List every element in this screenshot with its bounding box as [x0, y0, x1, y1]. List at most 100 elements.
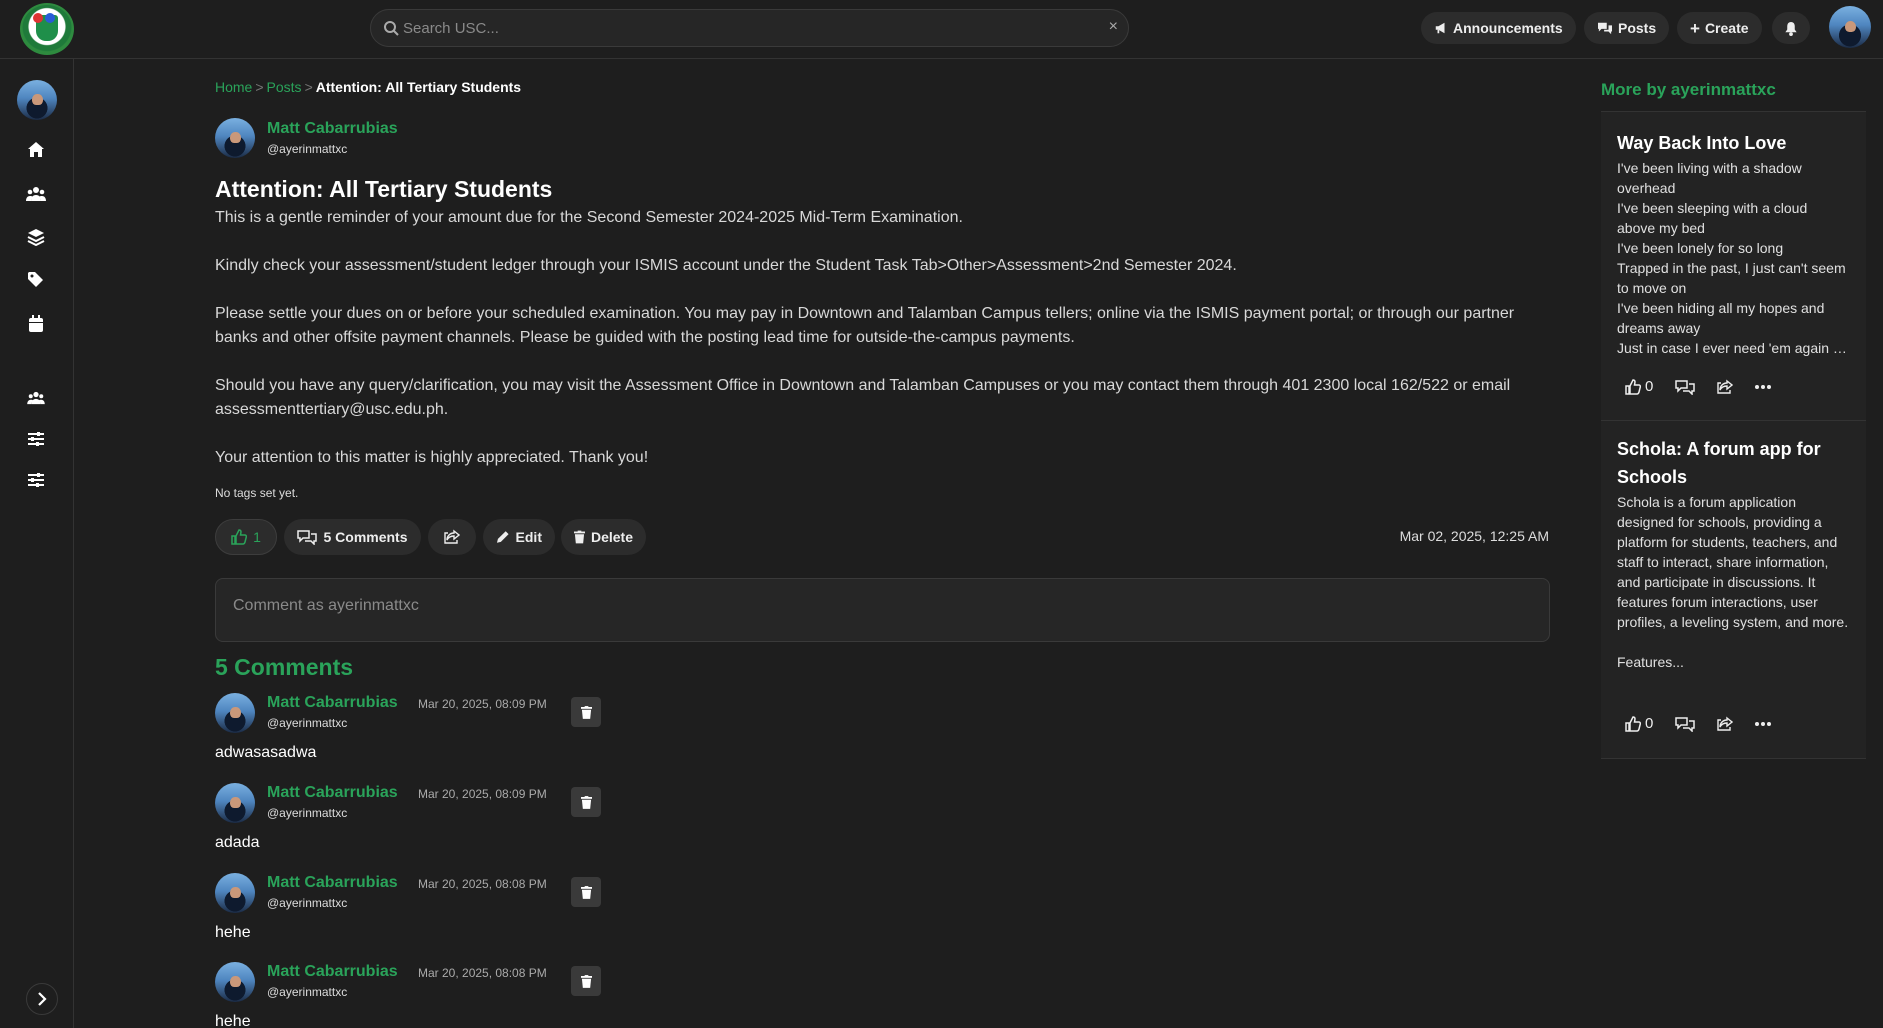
create-button[interactable]: + Create — [1677, 12, 1762, 44]
breadcrumb-current: Attention: All Tertiary Students — [315, 79, 522, 95]
post-body: This is a gentle reminder of your amount… — [215, 206, 1555, 494]
notifications-button[interactable] — [1772, 12, 1810, 44]
expand-sidebar-button[interactable] — [26, 983, 58, 1015]
share-button[interactable] — [1717, 716, 1734, 732]
like-button[interactable]: 0 — [1625, 378, 1653, 395]
breadcrumb-home[interactable]: Home — [215, 79, 252, 95]
comments-button[interactable]: 5 Comments — [284, 519, 421, 555]
delete-comment-button[interactable] — [571, 787, 601, 817]
comment-item: Matt Cabarrubias @ayerinmattxc Mar 20, 2… — [215, 783, 815, 873]
comment-text: hehe — [215, 1013, 251, 1028]
excerpt-line: I've been lonely for so long — [1617, 240, 1784, 256]
post-paragraph: Should you have any query/clarification,… — [215, 377, 1511, 418]
clear-search-icon[interactable]: × — [1109, 18, 1118, 36]
comment-author-handle: @ayerinmattxc — [267, 716, 348, 730]
posts-button[interactable]: Posts — [1584, 12, 1670, 44]
comment-author-name[interactable]: Matt Cabarrubias — [267, 963, 398, 981]
posts-label: Posts — [1618, 20, 1657, 36]
megaphone-icon — [1435, 22, 1445, 34]
trash-icon — [574, 530, 585, 544]
breadcrumb-posts[interactable]: Posts — [267, 79, 302, 95]
bell-icon — [1785, 21, 1797, 36]
comment-avatar[interactable] — [215, 873, 255, 913]
comment-author-name[interactable]: Matt Cabarrubias — [267, 874, 398, 892]
trash-icon — [580, 885, 592, 899]
delete-comment-button[interactable] — [571, 697, 601, 727]
comment-date: Mar 20, 2025, 08:08 PM — [418, 877, 547, 891]
edit-button[interactable]: Edit — [483, 519, 555, 555]
share-button[interactable] — [428, 519, 476, 555]
post-author-name[interactable]: Matt Cabarrubias — [267, 120, 398, 138]
post-title: Attention: All Tertiary Students — [215, 176, 553, 202]
comment-author-name[interactable]: Matt Cabarrubias — [267, 784, 398, 802]
comment-item: Matt Cabarrubias @ayerinmattxc Mar 20, 2… — [215, 962, 815, 1028]
comment-date: Mar 20, 2025, 08:09 PM — [418, 787, 547, 801]
more-options-button[interactable] — [1755, 721, 1772, 726]
like-button[interactable]: 0 — [1625, 715, 1653, 732]
excerpt-line: Just in case I ever need 'em again somed… — [1617, 340, 1849, 356]
share-icon — [1717, 716, 1734, 731]
breadcrumb-separator: > — [304, 79, 313, 95]
related-post-card[interactable]: Schola: A forum app for Schools Schola i… — [1601, 421, 1866, 759]
share-icon — [1717, 379, 1734, 394]
comment-input[interactable] — [216, 579, 1549, 641]
related-post-title[interactable]: Schola: A forum app for Schools — [1617, 435, 1847, 491]
excerpt-line: Schola is a forum application designed f… — [1617, 494, 1849, 630]
more-options-button[interactable] — [1755, 384, 1772, 389]
announcements-button[interactable]: Announcements — [1421, 12, 1576, 44]
related-post-actions: 0 — [1625, 715, 1793, 732]
chevron-right-icon — [38, 992, 47, 1006]
comments-icon — [297, 530, 318, 545]
sliders-icon[interactable] — [26, 429, 46, 449]
more-by-heading: More by ayerinmattxc — [1601, 80, 1776, 99]
settings-sliders-icon[interactable] — [26, 470, 46, 490]
calendar-icon[interactable] — [26, 314, 46, 334]
comment-avatar[interactable] — [215, 783, 255, 823]
related-post-title[interactable]: Way Back Into Love — [1617, 129, 1847, 157]
comment-avatar[interactable] — [215, 962, 255, 1002]
ellipsis-icon — [1755, 721, 1772, 726]
trash-icon — [580, 795, 592, 809]
like-button[interactable]: 1 — [215, 519, 277, 555]
like-count: 0 — [1645, 378, 1654, 395]
delete-button[interactable]: Delete — [561, 519, 646, 555]
home-icon[interactable] — [26, 140, 46, 160]
user-avatar[interactable] — [1829, 6, 1871, 48]
comment-box[interactable] — [215, 578, 1550, 642]
share-button[interactable] — [1717, 379, 1734, 395]
comment-item: Matt Cabarrubias @ayerinmattxc Mar 20, 2… — [215, 693, 815, 783]
plus-icon: + — [1690, 18, 1700, 38]
comment-avatar[interactable] — [215, 693, 255, 733]
create-label: Create — [1704, 20, 1749, 36]
logo-blue-mark — [45, 13, 55, 23]
delete-comment-button[interactable] — [571, 966, 601, 996]
post-author-avatar[interactable] — [215, 118, 255, 158]
excerpt-line: I've been living with a shadow overhead — [1617, 160, 1802, 196]
users-icon[interactable] — [26, 184, 46, 204]
delete-comment-button[interactable] — [571, 877, 601, 907]
comment-author-name[interactable]: Matt Cabarrubias — [267, 694, 398, 712]
comment-text: hehe — [215, 924, 251, 941]
comment-author-handle: @ayerinmattxc — [267, 985, 348, 999]
sidebar-avatar[interactable] — [17, 80, 57, 120]
related-post-card[interactable]: Way Back Into Love I've been living with… — [1601, 111, 1866, 421]
comment-date: Mar 20, 2025, 08:08 PM — [418, 966, 547, 980]
layers-icon[interactable] — [26, 227, 46, 247]
chat-bubbles-icon — [1598, 22, 1612, 35]
delete-label: Delete — [590, 529, 633, 545]
search-input[interactable] — [403, 10, 1083, 46]
comments-icon — [1675, 379, 1696, 395]
thumbs-up-icon — [1625, 715, 1641, 732]
sidebar — [0, 59, 74, 1028]
post-date: Mar 02, 2025, 12:25 AM — [1399, 528, 1549, 544]
comment-button[interactable] — [1675, 716, 1696, 732]
like-count: 0 — [1645, 715, 1654, 732]
announcements-label: Announcements — [1453, 20, 1563, 36]
usc-logo[interactable] — [20, 3, 74, 55]
tags-icon[interactable] — [26, 270, 46, 290]
comment-button[interactable] — [1675, 379, 1696, 395]
post-paragraph: Your attention to this matter is highly … — [215, 449, 649, 466]
search-bar[interactable]: × — [370, 9, 1129, 47]
groups-icon[interactable] — [26, 388, 46, 408]
comments-count-label: 5 Comments — [323, 529, 408, 545]
